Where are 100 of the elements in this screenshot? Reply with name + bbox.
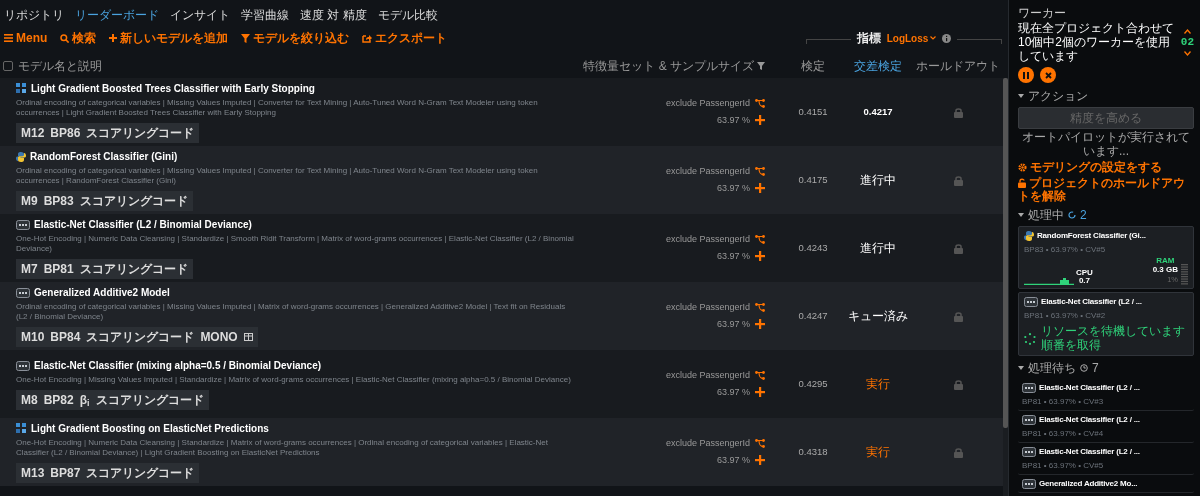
column-header[interactable]: 特徴量セット & サンプルサイズ [583,57,754,75]
toolbar-button[interactable]: 新しいモデルを追加 [107,29,231,47]
job-title: Elastic-Net Classifier (L2 / ... [1039,413,1140,426]
chevron-down-icon [930,36,937,40]
cross-validation-score: 0.4217 [863,104,893,119]
plus-icon[interactable] [755,387,765,398]
blueprint-icon [16,219,30,230]
job-card[interactable]: Elastic-Net Classifier (L2 / ... BP81 • 63.97% • CV#2 リソースを待機しています 順番を取得 [1018,292,1194,356]
job-details: BP81 • 63.97% • CV#2 [1024,310,1107,323]
validation-score: 0.4151 [798,104,828,119]
decrease-button[interactable] [1183,50,1191,56]
model-title[interactable]: Elastic-Net Classifier (L2 / Binomial Deviance) [34,217,252,233]
python-icon [16,151,26,162]
job-details: BP81 • 63.97% • CV#4 [1022,427,1105,440]
run-button[interactable]: 実行 [866,375,890,393]
pause-button[interactable] [1018,67,1034,84]
workers-title: ワーカー [1018,5,1067,22]
model-title[interactable]: Light Gradient Boosting on ElasticNet Predictions [31,421,269,437]
toolbar-button[interactable]: モデルを絞り込む [239,29,352,47]
column-header[interactable]: 交差検定 [843,57,913,75]
nav-tab[interactable]: リーダーボード [75,8,159,23]
nav-tab[interactable]: リポジトリ [4,8,64,23]
action-link[interactable]: モデリングの設定をする [1018,160,1162,174]
grid-logo-icon [16,423,27,435]
section-title: アクション [1028,88,1088,106]
column-header[interactable]: ホールドアウト [913,57,1003,75]
model-tag: M12 [21,123,45,142]
stop-button[interactable] [1040,67,1056,84]
pause-icon [1023,71,1029,79]
model-tag: BP82 [43,390,74,409]
section-title: 処理待ち [1028,359,1076,377]
scrollbar[interactable] [1003,78,1008,496]
plus-icon[interactable] [755,115,765,126]
branch-icon[interactable] [755,235,765,245]
plus-icon[interactable] [755,319,765,330]
search-icon [60,33,70,43]
processing-count: 2 [1080,207,1087,225]
model-description: Ordinal encoding of categorical variables | Missing Values Imputed | Converter for Text Mining | Auto-Tuned Word N-Gram Text Modeler using token occurrences | Light Gradient Boosted Trees Classifier with Early Stopping [16,98,539,118]
blueprint-icon [1022,478,1036,489]
nav-tab[interactable]: 速度 対 精度 [300,8,367,23]
job-details: BP81 • 63.97% • CV#3 [1022,395,1105,408]
model-tag: M9 [21,191,38,210]
model-title[interactable]: Light Gradient Boosted Trees Classifier with Early Stopping [31,81,315,97]
model-tag: M7 [21,259,38,278]
job-card[interactable]: Elastic-Net Classifier (L2 / ... BP81 • 63.97% • CV#4 [1018,410,1194,443]
filter-icon [241,33,251,43]
toolbar-button[interactable]: 検索 [58,29,99,47]
nav-tab[interactable]: 学習曲線 [241,8,289,23]
caret-icon[interactable] [1018,212,1024,219]
select-all-checkbox[interactable] [3,61,13,71]
feature-list-name: exclude PassengerId [665,233,750,246]
plus-icon[interactable] [755,251,765,262]
model-tag: MONO [200,327,238,346]
column-header[interactable]: 検定 [783,57,843,75]
branch-icon[interactable] [755,303,765,313]
toolbar-button[interactable]: Menu [2,29,50,47]
model-tag: スコアリングコード [79,259,188,278]
increase-button[interactable] [1183,29,1191,35]
waiting-message: リソースを待機しています [1041,325,1185,339]
metric-dropdown[interactable]: LogLoss [886,30,937,46]
nav-tab[interactable]: インサイト [170,8,230,23]
job-title: Elastic-Net Classifier (L2 / ... [1039,381,1140,394]
model-tag: スコアリングコード [79,191,188,210]
run-button[interactable]: 実行 [866,443,890,461]
model-title[interactable]: Elastic-Net Classifier (mixing alpha=0.5 / Binomial Deviance) [34,358,322,374]
model-tag: BP87 [50,463,81,482]
branch-icon[interactable] [755,99,765,109]
close-icon [1044,71,1052,79]
caret-icon[interactable] [1018,93,1024,100]
model-title[interactable]: RandomForest Classifier (Gini) [30,149,178,165]
spinner-icon [1024,332,1036,345]
plus-icon[interactable] [755,455,765,466]
model-title[interactable]: Generalized Additive2 Model [34,285,170,301]
toolbar-button[interactable]: エクスポート [360,29,450,47]
plus-icon[interactable] [755,183,765,194]
job-card[interactable]: Elastic-Net Classifier (L2 / ... BP81 • 63.97% • CV#5 [1018,442,1194,475]
scrollbar-thumb[interactable] [1003,78,1008,428]
cross-validation-status: 進行中 [860,172,896,189]
cpu-label: CPU [1076,268,1093,277]
branch-icon[interactable] [755,439,765,449]
job-card[interactable]: Generalized Additive2 Mo... [1018,474,1194,493]
action-link[interactable]: プロジェクトのホールドアウトを解除 [1018,176,1194,204]
sample-size: 63.97 % [716,181,750,195]
model-description: One-Hot Encoding | Missing Values Imputed | Standardize | Matrix of word-grams occurrences | Elastic-Net Classifier (mixing alpha=0.5 / Binomial Deviance) [16,375,572,385]
validation-score: 0.4295 [798,376,828,391]
branch-icon[interactable] [755,371,765,381]
feature-list-name: exclude PassengerId [665,369,750,382]
python-icon [1024,231,1034,242]
nav-tab[interactable]: モデル比較 [377,8,438,23]
blueprint-icon [16,360,30,371]
sample-size: 63.97 % [716,385,750,399]
info-icon [942,33,952,43]
job-card[interactable]: Elastic-Net Classifier (L2 / ... BP81 • 63.97% • CV#3 [1018,378,1194,411]
job-title: RandomForest Classifier (Gi... [1037,230,1146,243]
section-title: 処理中 [1028,207,1064,225]
job-details: BP81 • 63.97% • CV#5 [1022,459,1105,472]
caret-icon[interactable] [1018,364,1024,371]
feature-list-name: exclude PassengerId [665,301,750,314]
branch-icon[interactable] [755,167,765,177]
plus-icon [109,34,118,42]
